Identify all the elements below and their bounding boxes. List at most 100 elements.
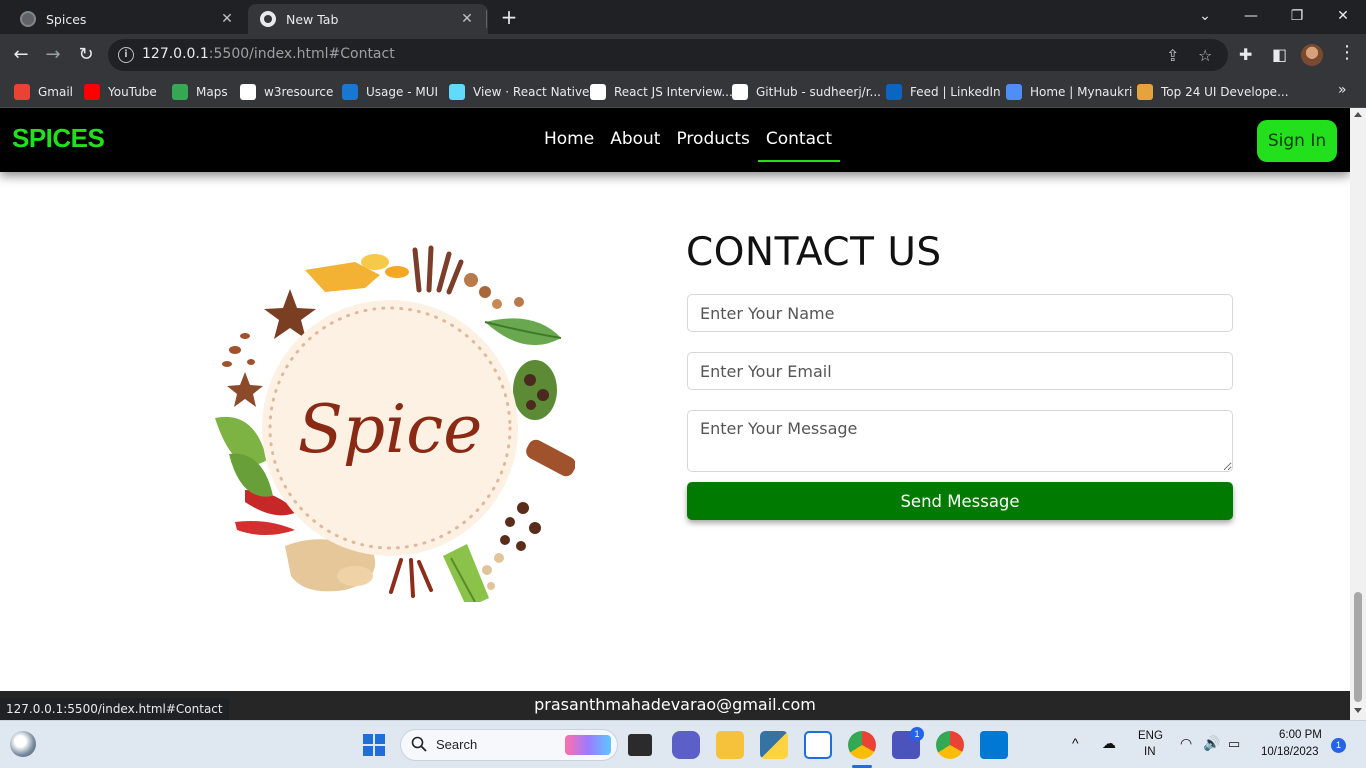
- nav-contact[interactable]: Contact: [757, 108, 841, 162]
- bookmark-item[interactable]: GitHub - sudheerj/r...: [732, 82, 881, 102]
- taskbar-search-box[interactable]: Search: [400, 729, 618, 761]
- scroll-up-arrow-icon[interactable]: [1354, 112, 1362, 117]
- contact-heading: CONTACT US: [686, 230, 942, 275]
- language-bottom[interactable]: IN: [1144, 746, 1156, 758]
- profile-avatar[interactable]: [1301, 44, 1323, 66]
- more-bookmarks-icon[interactable]: »: [1338, 82, 1347, 98]
- react-icon: [449, 84, 465, 100]
- bookmark-item[interactable]: Gmail: [14, 82, 73, 102]
- battery-icon[interactable]: ▭: [1228, 736, 1240, 752]
- bookmark-label: YouTube: [108, 85, 157, 99]
- url-text[interactable]: 127.0.0.1:5500/index.html#Contact: [142, 46, 395, 62]
- bookmark-item[interactable]: Feed | LinkedIn: [886, 82, 1001, 102]
- bookmark-item[interactable]: View · React Native: [449, 82, 589, 102]
- globe-icon: [20, 11, 36, 27]
- bookmark-label: Maps: [196, 85, 228, 99]
- page-scrollbar[interactable]: [1350, 108, 1366, 720]
- onedrive-offline-icon[interactable]: ☁: [1102, 735, 1116, 752]
- back-arrow-icon[interactable]: ←: [8, 42, 34, 68]
- bookmark-label: View · React Native: [473, 85, 590, 99]
- nav-home[interactable]: Home: [536, 108, 602, 162]
- w3resource-icon: [240, 84, 256, 100]
- tab-search-icon[interactable]: ⌄: [1182, 0, 1228, 34]
- bookmark-label: Gmail: [38, 85, 74, 99]
- browser-tab[interactable]: Spices ✕: [8, 4, 248, 34]
- close-window-icon[interactable]: ✕: [1320, 0, 1366, 34]
- browser-tab-active[interactable]: New Tab ✕: [248, 4, 488, 34]
- volume-icon[interactable]: 🔊: [1203, 735, 1220, 752]
- maps-icon: [172, 84, 188, 100]
- youtube-icon: [84, 84, 100, 100]
- linkedin-icon: [886, 84, 902, 100]
- bookmarks-bar: Gmail YouTube Maps w3resource Usage - MUI Vie…: [0, 76, 1366, 108]
- new-tab-button[interactable]: +: [498, 6, 520, 28]
- site-info-icon[interactable]: i: [118, 47, 134, 63]
- search-icon: [411, 736, 427, 752]
- show-hidden-icons-icon[interactable]: ^: [1072, 735, 1079, 751]
- teams-meet-icon[interactable]: [672, 731, 700, 759]
- file-explorer-icon[interactable]: [716, 731, 744, 759]
- restore-icon[interactable]: ❐: [1274, 0, 1320, 34]
- python-icon[interactable]: [760, 731, 788, 759]
- nav-products[interactable]: Products: [668, 108, 757, 162]
- bookmark-item[interactable]: React JS Interview...: [590, 82, 733, 102]
- reload-icon[interactable]: ↻: [73, 42, 99, 68]
- bookmark-label: GitHub - sudheerj/r...: [756, 85, 881, 99]
- teams-badge: 1: [910, 727, 924, 741]
- sql-tool-icon[interactable]: [804, 731, 832, 759]
- bookmark-item[interactable]: YouTube: [84, 82, 157, 102]
- email-input[interactable]: [687, 352, 1233, 390]
- side-panel-icon[interactable]: ◧: [1272, 45, 1287, 64]
- extensions-puzzle-icon[interactable]: ✚: [1239, 45, 1252, 64]
- scroll-down-arrow-icon[interactable]: [1354, 708, 1362, 713]
- clock-date[interactable]: 10/18/2023: [1261, 746, 1319, 758]
- more-menu-icon[interactable]: ⋮: [1338, 42, 1356, 63]
- bookmark-label: Usage - MUI: [366, 85, 439, 99]
- language-top[interactable]: ENG: [1138, 730, 1163, 742]
- weather-widget-icon[interactable]: [10, 731, 36, 757]
- send-message-button[interactable]: Send Message: [687, 482, 1233, 520]
- message-textarea[interactable]: [687, 410, 1233, 472]
- link-status-bubble: 127.0.0.1:5500/index.html#Contact: [0, 698, 229, 720]
- star-icon[interactable]: ☆: [1198, 46, 1212, 65]
- spice-script-text: Spice: [298, 391, 483, 468]
- task-view-icon[interactable]: [628, 734, 652, 756]
- notification-badge[interactable]: 1: [1331, 738, 1346, 753]
- nav-menu: Home About Products Contact: [536, 108, 841, 172]
- brand-logo[interactable]: SPICES: [12, 123, 105, 154]
- sign-in-button[interactable]: Sign In: [1257, 120, 1337, 162]
- clock-time[interactable]: 6:00 PM: [1279, 729, 1322, 741]
- bookmark-label: React JS Interview...: [614, 85, 733, 99]
- bookmark-item[interactable]: w3resource: [240, 82, 333, 102]
- windows-taskbar: Search 1 ^ ☁ ENG IN ◠ 🔊 ▭ 6:00 PM 10/18/…: [0, 720, 1366, 768]
- wifi-icon[interactable]: ◠: [1180, 735, 1192, 752]
- share-icon[interactable]: ⇪: [1166, 46, 1179, 65]
- address-bar[interactable]: i 127.0.0.1:5500/index.html#Contact ⇪ ☆: [108, 39, 1228, 71]
- search-label: Search: [436, 737, 478, 752]
- close-tab-icon[interactable]: ✕: [218, 11, 236, 27]
- nav-about[interactable]: About: [602, 108, 668, 162]
- minimize-icon[interactable]: —: [1228, 0, 1274, 34]
- forward-arrow-icon[interactable]: →: [40, 42, 66, 68]
- bookmark-item[interactable]: Maps: [172, 82, 228, 102]
- search-highlight-icon: [565, 735, 611, 755]
- vscode-icon[interactable]: [980, 731, 1008, 759]
- chrome-profile-icon[interactable]: [936, 731, 964, 759]
- scrollbar-thumb[interactable]: [1354, 592, 1362, 702]
- tab-title: New Tab: [286, 11, 339, 27]
- chrome-taskbar-icon[interactable]: [848, 731, 876, 759]
- site-navbar: SPICES Home About Products Contact Sign …: [0, 108, 1350, 172]
- tab-title: Spices: [46, 11, 87, 27]
- gmail-icon: [14, 84, 30, 100]
- mynaukri-icon: [1006, 84, 1022, 100]
- windows-start-icon[interactable]: [360, 731, 388, 759]
- bookmark-label: Top 24 UI Develope...: [1161, 85, 1289, 99]
- name-input[interactable]: [687, 294, 1233, 332]
- bookmark-label: w3resource: [264, 85, 334, 99]
- tab-divider: [486, 10, 487, 28]
- bookmark-label: Home | Mynaukri: [1030, 85, 1133, 99]
- bookmark-item[interactable]: Usage - MUI: [342, 82, 438, 102]
- bookmark-item[interactable]: Top 24 UI Develope...: [1137, 82, 1289, 102]
- bookmark-item[interactable]: Home | Mynaukri: [1006, 82, 1132, 102]
- close-tab-icon[interactable]: ✕: [458, 11, 476, 27]
